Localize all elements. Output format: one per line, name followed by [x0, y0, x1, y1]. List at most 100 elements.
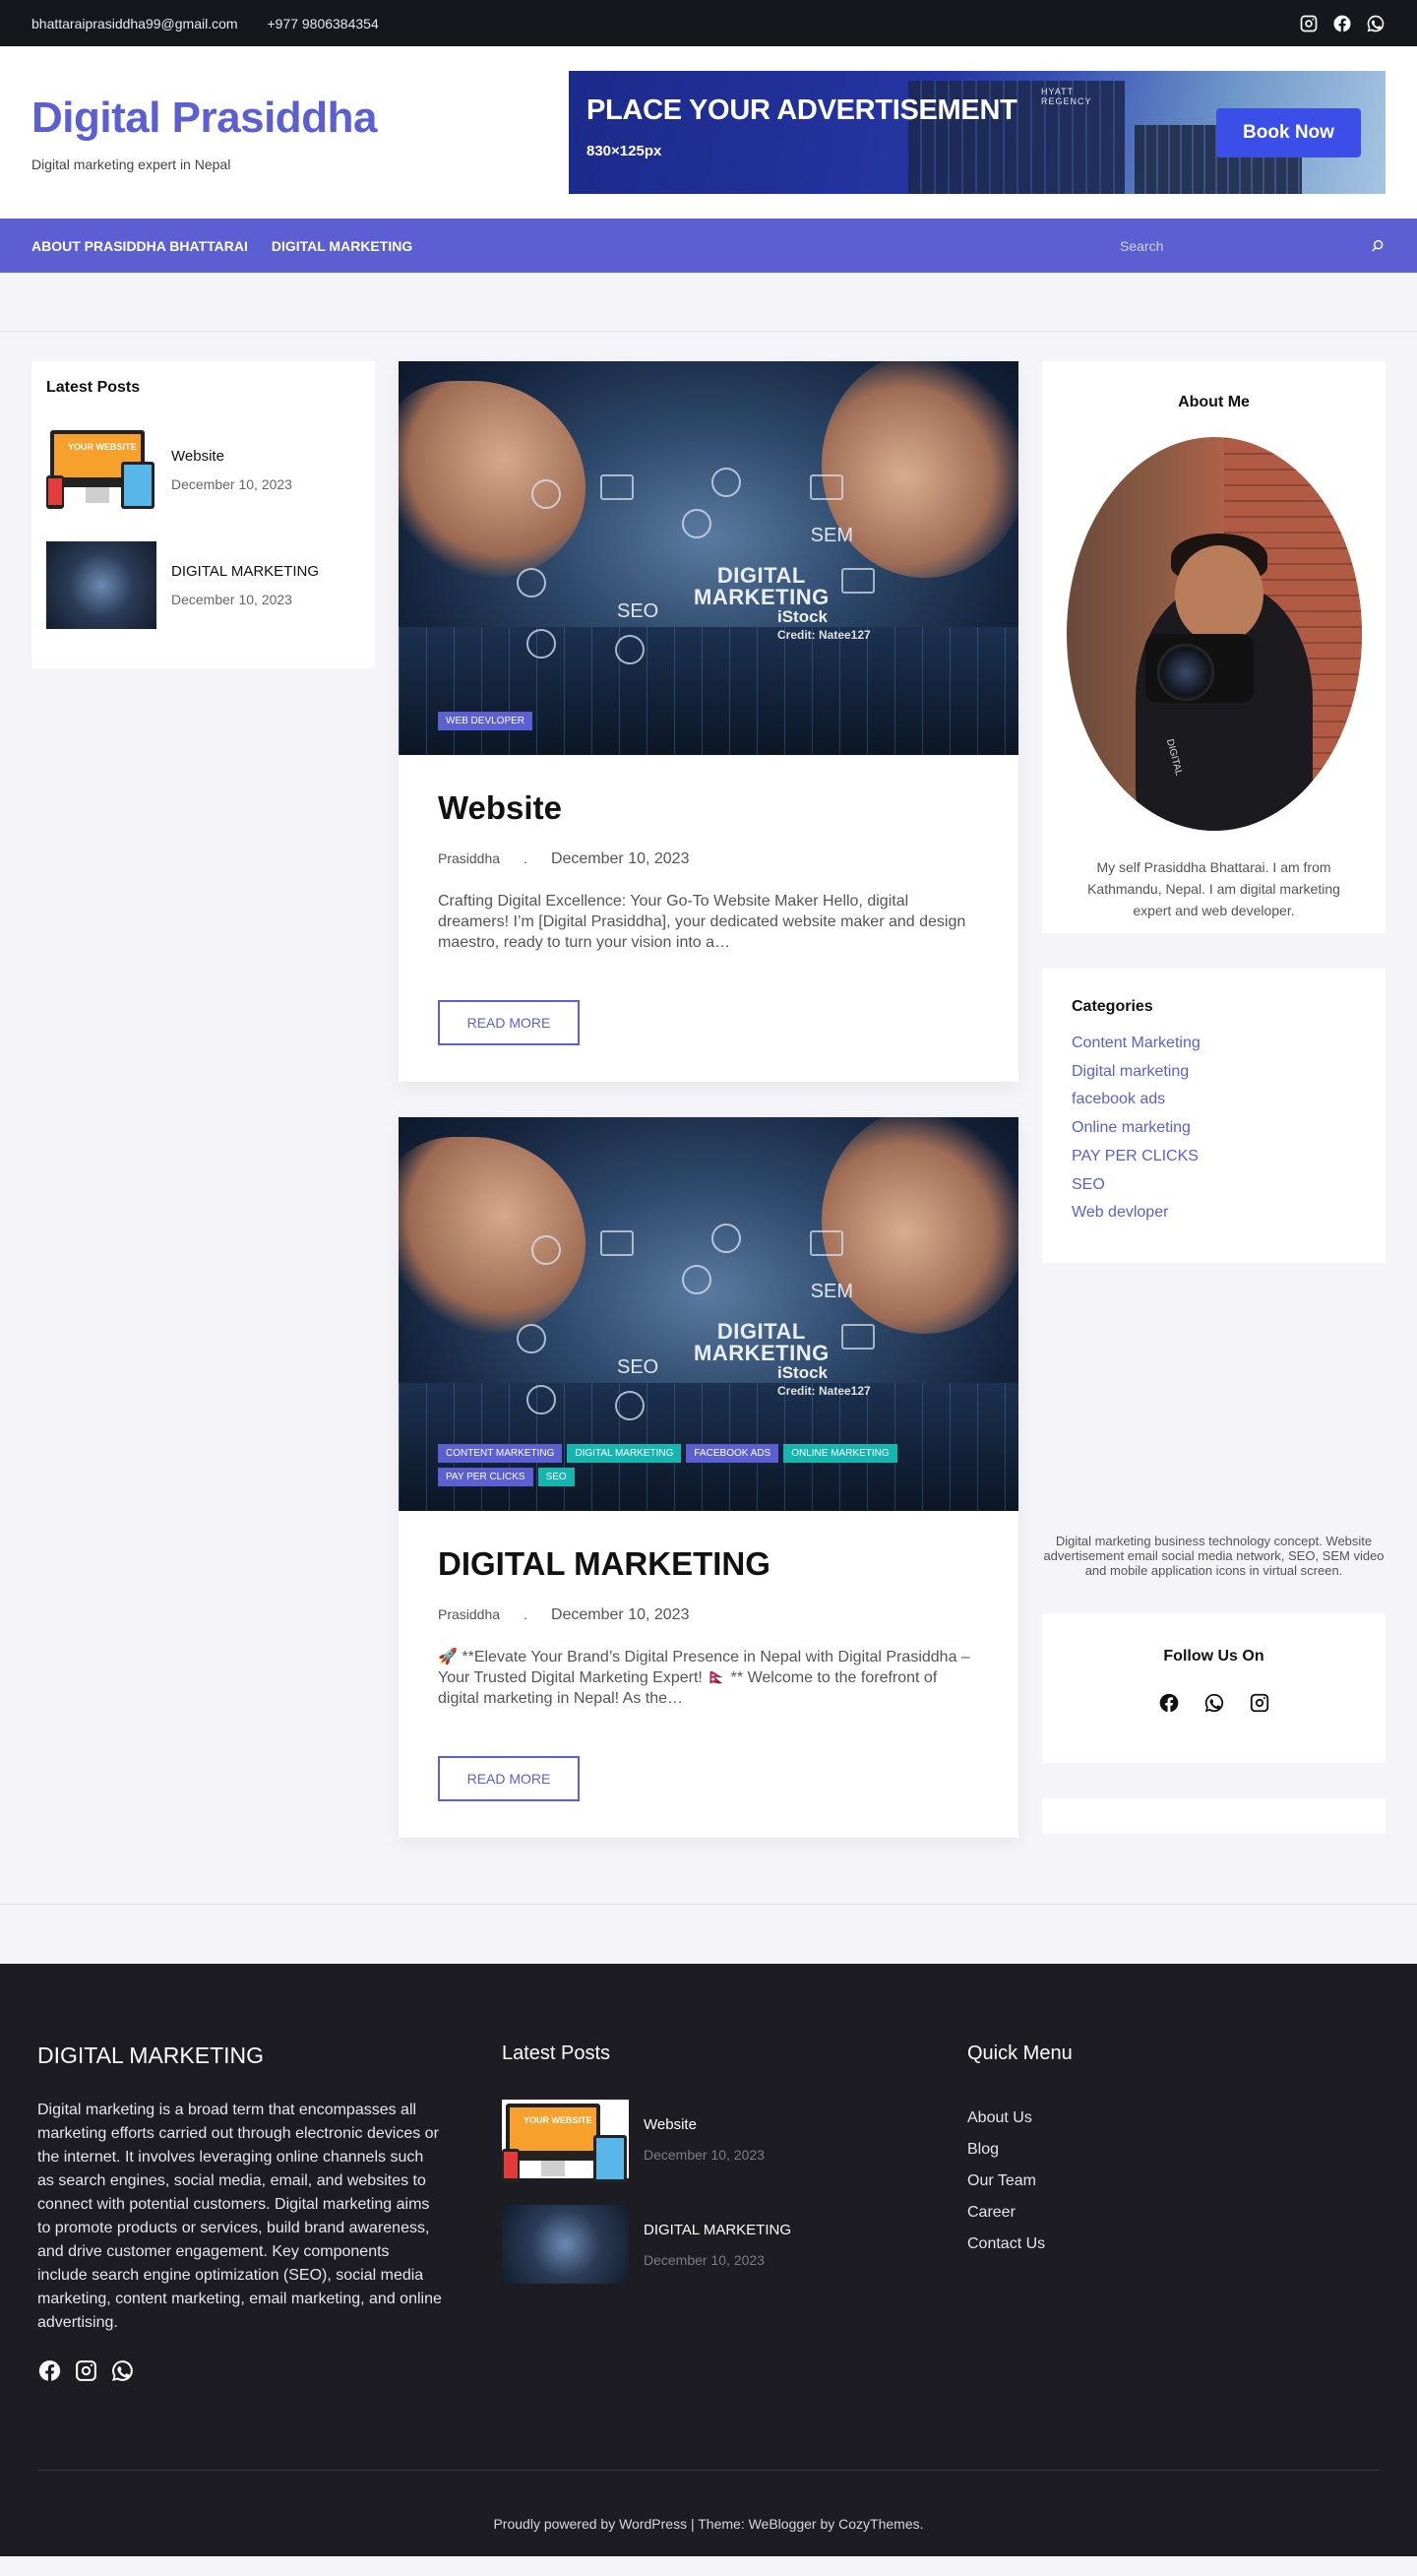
facebook-icon[interactable] — [37, 2358, 62, 2383]
widget-title: About Me — [1178, 394, 1250, 410]
search-input[interactable] — [1120, 237, 1336, 254]
post-tags: CONTENT MARKETING DIGITAL MARKETING FACE… — [438, 1444, 950, 1486]
footer-title: Quick Menu — [967, 2042, 1073, 2064]
widget-title: Categories — [1072, 998, 1153, 1015]
post-author[interactable]: Prasiddha — [438, 850, 500, 868]
post-body: Website Prasiddha . December 10, 2023 Cr… — [399, 755, 1018, 1080]
contact-email[interactable]: bhattaraiprasiddha99@gmail.com — [31, 16, 238, 31]
search-box — [1120, 228, 1386, 264]
category-link[interactable]: Online marketing — [1072, 1114, 1356, 1143]
whatsapp-icon[interactable] — [1366, 14, 1386, 33]
instagram-icon[interactable] — [1299, 14, 1319, 33]
quick-menu-contact-us[interactable]: Contact Us — [967, 2229, 1361, 2260]
contact-phone[interactable]: +977 9806384354 — [267, 16, 378, 31]
image-text-seo: SEO — [617, 600, 659, 622]
tag-digital-marketing[interactable]: DIGITAL MARKETING — [567, 1444, 682, 1463]
post-thumbnail[interactable] — [502, 2205, 629, 2284]
category-link[interactable]: Digital marketing — [1072, 1058, 1356, 1087]
whatsapp-icon[interactable] — [1203, 1692, 1225, 1714]
post-thumbnail[interactable]: YOUR WEBSITE — [502, 2100, 629, 2182]
post-thumbnail[interactable] — [46, 541, 156, 629]
post-author[interactable]: Prasiddha — [438, 1606, 500, 1624]
tag-seo[interactable]: SEO — [537, 1468, 575, 1486]
latest-posts-widget: Latest Posts YOUR WEBSITE Website Decemb… — [31, 361, 375, 668]
follow-icons — [1057, 1692, 1371, 1714]
author-photo: DIGITAL — [1066, 437, 1362, 831]
latest-post-item[interactable]: DIGITAL MARKETING December 10, 2023 — [46, 541, 360, 629]
quick-menu-blog[interactable]: Blog — [967, 2134, 1361, 2166]
widget-title: Follow Us On — [1163, 1648, 1264, 1665]
category-link[interactable]: Content Marketing — [1072, 1030, 1356, 1058]
tag-pay-per-clicks[interactable]: PAY PER CLICKS — [438, 1468, 533, 1486]
post-card: DIGITAL MARKETING SEM SEO iStock Credit:… — [399, 361, 1018, 1082]
tag-web-devloper[interactable]: WEB DEVLOPER — [438, 712, 533, 730]
quick-menu-about-us[interactable]: About Us — [967, 2103, 1361, 2134]
latest-post-item[interactable]: YOUR WEBSITE Website December 10, 2023 — [46, 426, 360, 514]
instagram-icon[interactable] — [74, 2358, 98, 2383]
tag-facebook-ads[interactable]: FACEBOOK ADS — [686, 1444, 779, 1463]
latest-post-date: December 10, 2023 — [171, 476, 292, 492]
nav-item-about[interactable]: ABOUT PRASIDDHA BHATTARAI — [31, 238, 248, 254]
post-title[interactable]: Website — [438, 789, 979, 827]
footer-title: Latest Posts — [502, 2042, 611, 2064]
category-link[interactable]: facebook ads — [1072, 1086, 1356, 1114]
facebook-icon[interactable] — [1332, 14, 1352, 33]
advertisement-banner[interactable]: HYATT REGENCY PLACE YOUR ADVERTISEMENT 83… — [569, 71, 1386, 194]
book-now-button[interactable]: Book Now — [1216, 108, 1361, 157]
facebook-icon[interactable] — [1158, 1692, 1180, 1714]
site-title[interactable]: Digital Prasiddha — [31, 94, 377, 143]
nav-item-digital-marketing[interactable]: DIGITAL MARKETING — [272, 238, 412, 254]
nav-menu: ABOUT PRASIDDHA BHATTARAI DIGITAL MARKET… — [31, 238, 412, 254]
footer-latest-posts: Latest Posts YOUR WEBSITE Website Decemb… — [502, 2042, 967, 2383]
post-excerpt: 🚀 **Elevate Your Brand’s Digital Presenc… — [438, 1649, 970, 1707]
tag-online-marketing[interactable]: ONLINE MARKETING — [783, 1444, 897, 1463]
latest-post-title[interactable]: DIGITAL MARKETING — [171, 563, 319, 580]
quick-menu-our-team[interactable]: Our Team — [967, 2166, 1361, 2197]
whatsapp-icon[interactable] — [110, 2358, 135, 2383]
quick-menu-career[interactable]: Career — [967, 2197, 1361, 2229]
footer-post-date: December 10, 2023 — [644, 2146, 765, 2163]
image-watermark: iStock — [777, 1363, 829, 1382]
post-featured-image[interactable]: DIGITAL MARKETING SEM SEO iStock Credit:… — [399, 361, 1018, 755]
instagram-icon[interactable] — [1249, 1692, 1270, 1714]
footer-about-text: Digital marketing is a broad term that e… — [37, 2102, 442, 2331]
latest-post-date: December 10, 2023 — [171, 592, 292, 607]
post-date[interactable]: December 10, 2023 — [551, 850, 690, 868]
image-text-seo: SEO — [617, 1356, 659, 1378]
read-more-button[interactable]: READ MORE — [438, 1756, 580, 1801]
category-link[interactable]: PAY PER CLICKS — [1072, 1143, 1356, 1171]
image-text-sem: SEM — [810, 525, 853, 546]
content-spacer — [0, 273, 1417, 332]
footer-credits: Proudly powered by WordPress | Theme: We… — [493, 2516, 924, 2532]
category-link[interactable]: Web devloper — [1072, 1199, 1356, 1227]
about-text: My self Prasiddha Bhattarai. I am from K… — [1087, 859, 1340, 918]
footer-divider — [37, 2470, 1380, 2471]
post-title[interactable]: DIGITAL MARKETING — [438, 1545, 979, 1583]
topbar-social — [1299, 14, 1386, 33]
ad-size: 830×125px — [586, 143, 662, 159]
right-sidebar: About Me DIGITAL My self Prasiddha Bhatt… — [1042, 361, 1386, 1834]
footer-post-title[interactable]: DIGITAL MARKETING — [644, 2222, 791, 2238]
category-link[interactable]: SEO — [1072, 1171, 1356, 1200]
latest-post-title[interactable]: Website — [171, 448, 292, 465]
meta-separator: . — [524, 1606, 527, 1622]
footer-post-item[interactable]: YOUR WEBSITE Website December 10, 2023 — [502, 2100, 967, 2182]
tag-content-marketing[interactable]: CONTENT MARKETING — [438, 1444, 563, 1463]
footer-post-item[interactable]: DIGITAL MARKETING December 10, 2023 — [502, 2205, 967, 2284]
post-meta: Prasiddha . December 10, 2023 — [438, 1606, 979, 1624]
read-more-button[interactable]: READ MORE — [438, 1000, 580, 1045]
site-header: Digital Prasiddha Digital marketing expe… — [0, 46, 1417, 219]
post-thumbnail[interactable]: YOUR WEBSITE — [46, 426, 156, 514]
footer-post-title[interactable]: Website — [644, 2116, 765, 2133]
site-tagline: Digital marketing expert in Nepal — [31, 156, 231, 172]
post-date[interactable]: December 10, 2023 — [551, 1606, 690, 1624]
search-icon[interactable] — [1370, 238, 1386, 254]
image-text-digital-marketing: DIGITAL MARKETING — [694, 1319, 830, 1365]
footer-social — [37, 2358, 502, 2383]
footer-quick-menu: Quick Menu About Us Blog Our Team Career… — [967, 2042, 1361, 2383]
post-featured-image[interactable]: DIGITAL MARKETING SEM SEO iStock Credit:… — [399, 1117, 1018, 1511]
main-content: Latest Posts YOUR WEBSITE Website Decemb… — [0, 332, 1417, 1904]
image-watermark: iStock — [777, 607, 829, 626]
widget-title: Latest Posts — [46, 379, 141, 396]
meta-separator: . — [524, 850, 527, 866]
